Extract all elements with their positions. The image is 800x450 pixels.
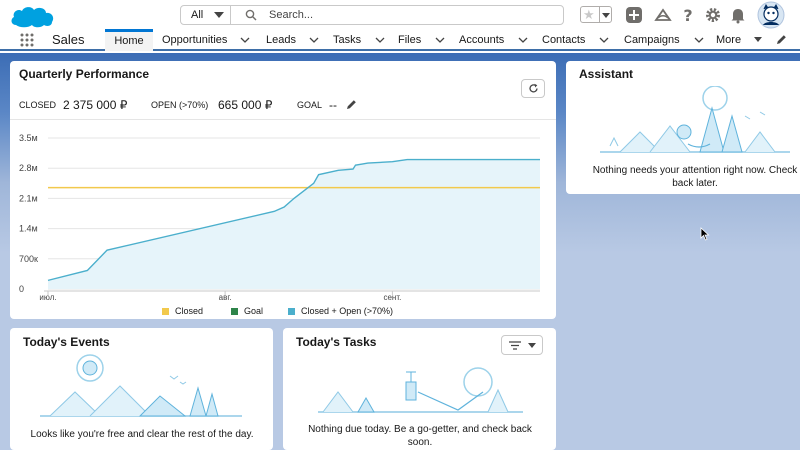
- camping-illustration: [40, 354, 242, 417]
- caret-down-icon: [754, 37, 763, 43]
- avatar[interactable]: [757, 1, 785, 29]
- chevron-down-icon: [214, 12, 224, 18]
- refresh-icon: [529, 83, 538, 93]
- caret-down-icon: [528, 343, 536, 348]
- nav-tab-label: Accounts: [459, 34, 505, 46]
- bell-icon[interactable]: [729, 6, 747, 24]
- nav-tab-leads[interactable]: Leads: [266, 29, 319, 51]
- x-tick-label: авг.: [219, 293, 232, 302]
- card-title: Assistant: [579, 67, 634, 81]
- nav-tab-home[interactable]: Home: [105, 29, 153, 51]
- assistant-empty-message: Nothing needs your attention right now. …: [592, 165, 798, 189]
- nav-tab-label: Contacts: [542, 34, 586, 46]
- x-tick-label: июл.: [39, 293, 56, 302]
- gear-icon[interactable]: [704, 6, 722, 24]
- sort-icon: [509, 341, 521, 350]
- search-scope-label: All: [191, 9, 204, 21]
- nav-tab-contacts[interactable]: Contacts: [542, 29, 609, 51]
- nav-more-menu[interactable]: More: [716, 29, 763, 51]
- nav-tab-opportunities[interactable]: Opportunities: [162, 29, 250, 51]
- chevron-down-icon[interactable]: [240, 37, 250, 44]
- y-tick-label: 0: [19, 284, 24, 294]
- search-input[interactable]: [269, 7, 549, 23]
- legend-closed-open: Closed + Open (>70%): [288, 306, 393, 316]
- camping-illustration: [600, 86, 790, 153]
- navigation-bar: Sales Home Opportunities Leads Tasks Fil…: [0, 29, 800, 51]
- closed-label: CLOSED: [19, 100, 57, 110]
- y-tick-label: 700к: [19, 254, 38, 264]
- tasks-filter-button[interactable]: [501, 335, 543, 355]
- favorites-button[interactable]: ★: [580, 6, 612, 23]
- trailhead-icon[interactable]: [654, 6, 672, 24]
- y-tick-label: 2.1м: [19, 193, 38, 203]
- nav-tab-label: Files: [398, 34, 422, 46]
- y-tick-label: 3.5м: [19, 133, 38, 143]
- app-name: Sales: [52, 32, 85, 47]
- chevron-down-icon[interactable]: [518, 37, 528, 44]
- edit-nav-icon[interactable]: [776, 34, 787, 45]
- search-icon: [245, 9, 257, 21]
- x-tick-label: сент.: [383, 293, 401, 302]
- refresh-button[interactable]: [521, 79, 545, 98]
- camping-illustration: [318, 367, 523, 413]
- salesforce-logo[interactable]: [10, 3, 58, 31]
- svg-text:?: ?: [683, 6, 692, 24]
- closed-open-area-fill: [48, 159, 540, 289]
- help-icon[interactable]: ?: [679, 6, 697, 24]
- nav-tab-label: Home: [114, 35, 144, 47]
- y-tick-label: 1.4м: [19, 224, 38, 234]
- mouse-cursor: [700, 227, 710, 241]
- nav-tab-files[interactable]: Files: [398, 29, 445, 51]
- performance-chart: 3.5м 2.8м 2.1м 1.4м 700к 0 июл. авг. сент.: [19, 133, 540, 302]
- closed-value: 2 375 000 ₽: [63, 98, 128, 112]
- goal-label: GOAL: [297, 100, 323, 110]
- edit-goal-icon[interactable]: [346, 99, 357, 110]
- add-icon[interactable]: [625, 6, 643, 24]
- nav-tab-campaigns[interactable]: Campaigns: [624, 29, 704, 51]
- global-header: All ★ ?: [0, 0, 800, 29]
- card-title: Today's Events: [23, 335, 110, 349]
- search-scope-select[interactable]: All: [181, 6, 231, 24]
- favorites-list-button[interactable]: [599, 7, 611, 22]
- nav-tab-label: Campaigns: [624, 34, 680, 46]
- legend-goal: Goal: [231, 306, 263, 316]
- star-icon: ★: [583, 7, 595, 22]
- legend-label: Closed + Open (>70%): [301, 306, 394, 316]
- nav-tab-label: Opportunities: [162, 34, 228, 46]
- chevron-down-icon[interactable]: [309, 37, 319, 44]
- chevron-down-icon[interactable]: [694, 37, 704, 44]
- nav-tab-label: More: [716, 34, 742, 46]
- nav-tab-accounts[interactable]: Accounts: [459, 29, 528, 51]
- chevron-down-icon[interactable]: [599, 37, 609, 44]
- nav-tab-label: Leads: [266, 34, 296, 46]
- chevron-down-icon[interactable]: [375, 37, 385, 44]
- legend-closed: Closed: [162, 306, 203, 316]
- nav-tab-tasks[interactable]: Tasks: [333, 29, 385, 51]
- events-empty-message: Looks like you're free and clear the res…: [30, 429, 254, 440]
- open-value: 665 000 ₽: [218, 98, 273, 112]
- goal-value: --: [329, 98, 337, 112]
- card-title: Today's Tasks: [296, 335, 377, 349]
- legend-label: Closed: [175, 306, 204, 316]
- legend-swatch-goal: [231, 308, 238, 315]
- nav-tab-label: Tasks: [333, 34, 362, 46]
- open-label: OPEN (>70%): [151, 100, 209, 110]
- global-search: All: [180, 5, 564, 25]
- y-tick-label: 2.8м: [19, 163, 38, 173]
- legend-swatch-closed-open: [288, 308, 295, 315]
- chevron-down-icon[interactable]: [435, 37, 445, 44]
- card-title: Quarterly Performance: [19, 67, 150, 81]
- legend-label: Goal: [244, 306, 264, 316]
- legend-swatch-closed: [162, 308, 169, 315]
- app-launcher-icon[interactable]: [20, 33, 34, 47]
- tasks-empty-message: Nothing due today. Be a go-getter, and c…: [308, 424, 532, 448]
